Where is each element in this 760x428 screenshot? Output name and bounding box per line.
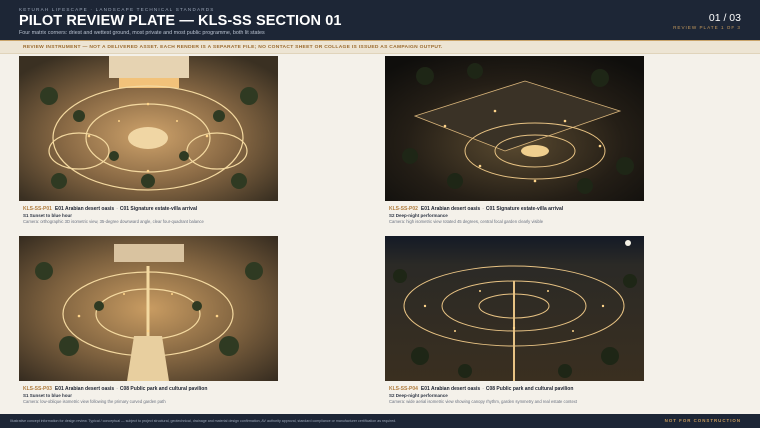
plate-counter: 01 / 03: [708, 12, 741, 24]
render-light-state: S1 Sunset to blue hour: [23, 393, 73, 398]
render-code: KLS-SS-P02: [389, 206, 418, 212]
caption-separator: ·: [482, 386, 484, 392]
render-image-p02[interactable]: [385, 56, 644, 201]
render-illustration-villa-night: [385, 56, 644, 201]
render-brief: C01 Signature estate-villa arrival: [119, 206, 198, 212]
render-light-state: S1 Sunset to blue hour: [23, 213, 73, 218]
render-illustration-park-night: [385, 236, 644, 381]
render-caption-p02: KLS-SS-P02 E01 Arabian desert oasis · C01 S…: [389, 206, 563, 212]
page-subtitle: Four matrix corners: driest and wettest …: [19, 30, 265, 36]
render-light-state: S2 Deep-night performance: [389, 393, 448, 398]
render-environment: E01 Arabian desert oasis: [420, 206, 481, 212]
header-kicker: KETURAH LIFESCAPE · LANDSCAPE TECHNICAL …: [19, 7, 215, 12]
render-environment: E01 Arabian desert oasis: [420, 386, 481, 392]
review-notice-text: REVIEW INSTRUMENT — NOT A DELIVERED ASSE…: [23, 45, 443, 50]
render-image-p01[interactable]: [19, 56, 278, 201]
render-brief: C08 Public park and cultural pavilion: [485, 386, 574, 392]
plate-header: KETURAH LIFESCAPE · LANDSCAPE TECHNICAL …: [0, 0, 760, 40]
render-code: KLS-SS-P04: [389, 386, 418, 392]
render-brief: C01 Signature estate-villa arrival: [485, 206, 564, 212]
render-caption-p04: KLS-SS-P04 E01 Arabian desert oasis · C08 P…: [389, 386, 573, 392]
caption-separator: ·: [482, 206, 484, 212]
render-environment: E01 Arabian desert oasis: [54, 386, 115, 392]
page-title: PILOT REVIEW PLATE — KLS-SS SECTION 01: [19, 13, 342, 29]
render-caption-p03: KLS-SS-P03 E01 Arabian desert oasis · C08 P…: [23, 386, 207, 392]
plate-footer: Illustrative concept information for des…: [0, 414, 760, 428]
render-illustration-villa-sunset: [19, 56, 278, 201]
render-illustration-park-sunset: [19, 236, 278, 381]
render-camera-note: Camera: low-oblique isometric view follo…: [23, 399, 166, 404]
render-brief: C08 Public park and cultural pavilion: [119, 386, 208, 392]
render-caption-p01: KLS-SS-P01 E01 Arabian desert oasis · C01 S…: [23, 206, 197, 212]
caption-separator: ·: [116, 206, 118, 212]
footer-disclaimer: Illustrative concept information for des…: [10, 419, 397, 423]
render-code: KLS-SS-P03: [23, 386, 52, 392]
not-for-construction-stamp: NOT FOR CONSTRUCTION: [664, 418, 741, 423]
render-environment: E01 Arabian desert oasis: [54, 206, 115, 212]
render-image-p03[interactable]: [19, 236, 278, 381]
render-code: KLS-SS-P01: [23, 206, 52, 212]
review-notice-banner: REVIEW INSTRUMENT — NOT A DELIVERED ASSE…: [0, 40, 760, 54]
plate-label: REVIEW PLATE 1 OF 3: [673, 25, 741, 30]
caption-separator: ·: [116, 386, 118, 392]
render-image-p04[interactable]: [385, 236, 644, 381]
render-camera-note: Camera: orthographic 3D isometric view, …: [23, 219, 204, 224]
render-camera-note: Camera: wide aerial isometric view showi…: [389, 399, 578, 404]
render-light-state: S2 Deep-night performance: [389, 213, 448, 218]
render-camera-note: Camera: high isometric view rotated 45 d…: [389, 219, 544, 224]
